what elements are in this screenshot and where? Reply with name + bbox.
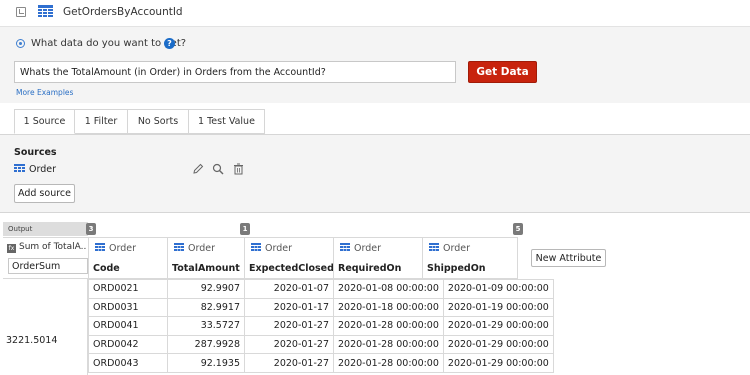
column-field-name: Code bbox=[93, 263, 120, 274]
table-row: ORD0042 287.9928 2020-01-27 2020-01-28 0… bbox=[88, 334, 554, 355]
output-area: Output 3 1 5 fxSum of TotalA... Order Co… bbox=[0, 212, 750, 375]
function-icon: fx bbox=[7, 244, 16, 253]
cell-code: ORD0042 bbox=[88, 334, 168, 355]
table-row: ORD0031 82.9917 2020-01-17 2020-01-18 00… bbox=[88, 297, 554, 318]
trash-icon[interactable] bbox=[233, 163, 244, 175]
results-table: ORD0021 92.9907 2020-01-07 2020-01-08 00… bbox=[88, 279, 554, 373]
column-entity-name: Order bbox=[109, 243, 136, 254]
cell-requiredon: 2020-01-28 00:00:00 bbox=[333, 316, 444, 336]
get-data-button[interactable]: Get Data bbox=[468, 61, 537, 83]
cell-shippedon: 2020-01-19 00:00:00 bbox=[442, 297, 554, 318]
question-label: What data do you want to get? bbox=[31, 38, 187, 49]
attribute-count-badge: 5 bbox=[513, 223, 523, 235]
cell-code: ORD0031 bbox=[88, 297, 168, 318]
cell-code: ORD0021 bbox=[88, 279, 168, 299]
column-entity: Order bbox=[251, 243, 292, 254]
query-input[interactable] bbox=[14, 61, 456, 83]
cell-code: ORD0041 bbox=[88, 316, 168, 336]
add-source-button[interactable]: Add source bbox=[14, 184, 75, 203]
column-entity-name: Order bbox=[188, 243, 215, 254]
cell-totalamount: 33.5727 bbox=[167, 316, 245, 336]
entity-grid-icon bbox=[174, 243, 184, 251]
column-entity: Order bbox=[340, 243, 381, 254]
search-icon[interactable] bbox=[212, 163, 224, 175]
cell-totalamount: 287.9928 bbox=[167, 334, 245, 355]
cell-requiredon: 2020-01-18 00:00:00 bbox=[333, 297, 444, 318]
question-radio-icon bbox=[16, 39, 25, 48]
cell-totalamount: 92.1935 bbox=[167, 353, 245, 373]
sources-heading: Sources bbox=[14, 147, 57, 158]
aggregate-column-header[interactable]: fx Sum of TotalA... bbox=[3, 237, 88, 279]
table-row: ORD0021 92.9907 2020-01-07 2020-01-08 00… bbox=[88, 279, 554, 299]
cell-expectedclosedon: 2020-01-27 bbox=[244, 334, 334, 355]
column-entity: Order bbox=[429, 243, 470, 254]
cell-requiredon: 2020-01-08 00:00:00 bbox=[333, 279, 444, 299]
page-title: GetOrdersByAccountId bbox=[63, 6, 183, 18]
cell-expectedclosedon: 2020-01-27 bbox=[244, 353, 334, 373]
column-field-name: TotalAmount bbox=[172, 263, 240, 274]
cell-requiredon: 2020-01-28 00:00:00 bbox=[333, 334, 444, 355]
cell-expectedclosedon: 2020-01-17 bbox=[244, 297, 334, 318]
more-examples-link[interactable]: More Examples bbox=[16, 88, 73, 97]
table-row: ORD0041 33.5727 2020-01-27 2020-01-28 00… bbox=[88, 316, 554, 336]
cell-totalamount: 82.9917 bbox=[167, 297, 245, 318]
cell-shippedon: 2020-01-29 00:00:00 bbox=[442, 353, 554, 373]
pencil-icon[interactable] bbox=[192, 163, 204, 175]
entity-grid-icon bbox=[429, 243, 439, 251]
tab-test-values[interactable]: 1 Test Value bbox=[189, 109, 265, 134]
column-field-name: ShippedOn bbox=[427, 263, 486, 274]
entity-grid-icon bbox=[38, 5, 53, 17]
tab-sorts[interactable]: No Sorts bbox=[128, 109, 189, 134]
aggregate-value: 3221.5014 bbox=[6, 335, 58, 346]
sources-panel: Sources Order Add source bbox=[0, 134, 750, 212]
cell-expectedclosedon: 2020-01-07 bbox=[244, 279, 334, 299]
cell-shippedon: 2020-01-29 00:00:00 bbox=[442, 316, 554, 336]
entity-grid-icon bbox=[95, 243, 105, 251]
column-entity-name: Order bbox=[443, 243, 470, 254]
top-bar: GetOrdersByAccountId bbox=[0, 0, 750, 27]
entity-grid-icon bbox=[340, 243, 350, 251]
query-panel: What data do you want to get? ? Get Data… bbox=[0, 27, 750, 103]
column-entity: Order bbox=[174, 243, 215, 254]
help-icon[interactable]: ? bbox=[164, 38, 175, 49]
column-header-requiredon[interactable]: Order RequiredOn bbox=[333, 237, 422, 279]
tab-sources[interactable]: 1 Source bbox=[14, 109, 75, 134]
source-item-order[interactable]: Order bbox=[29, 164, 56, 175]
table-row: ORD0043 92.1935 2020-01-27 2020-01-28 00… bbox=[88, 353, 554, 373]
column-entity: Order bbox=[95, 243, 136, 254]
output-tag: Output bbox=[3, 222, 88, 236]
cell-expectedclosedon: 2020-01-27 bbox=[244, 316, 334, 336]
cell-shippedon: 2020-01-09 00:00:00 bbox=[442, 279, 554, 299]
attribute-count-badge: 3 bbox=[86, 223, 96, 235]
column-header-expectedclosedon[interactable]: Order ExpectedClosedOn bbox=[244, 237, 349, 279]
attribute-count-badge: 1 bbox=[240, 223, 250, 235]
column-entity-name: Order bbox=[265, 243, 292, 254]
column-field-name: RequiredOn bbox=[338, 263, 402, 274]
aggregate-label: fx Sum of TotalA... bbox=[7, 242, 87, 253]
cell-requiredon: 2020-01-28 00:00:00 bbox=[333, 353, 444, 373]
column-header-totalamount[interactable]: Order TotalAmount bbox=[167, 237, 244, 279]
cell-code: ORD0043 bbox=[88, 353, 168, 373]
aggregate-label-text: Sum of TotalA... bbox=[19, 242, 87, 252]
open-in-editor-icon[interactable] bbox=[16, 7, 26, 17]
column-entity-name: Order bbox=[354, 243, 381, 254]
tab-strip: 1 Source 1 Filter No Sorts 1 Test Value bbox=[14, 109, 265, 134]
cell-shippedon: 2020-01-29 00:00:00 bbox=[442, 334, 554, 355]
new-attribute-button[interactable]: New Attribute bbox=[531, 249, 606, 267]
aggregate-name-input[interactable] bbox=[8, 258, 88, 274]
aggregate-value-cell: 3221.5014 bbox=[3, 279, 88, 375]
column-header-code[interactable]: Order Code bbox=[88, 237, 167, 279]
tab-filters[interactable]: 1 Filter bbox=[75, 109, 128, 134]
entity-grid-icon bbox=[251, 243, 261, 251]
cell-totalamount: 92.9907 bbox=[167, 279, 245, 299]
column-header-shippedon[interactable]: Order ShippedOn bbox=[422, 237, 518, 279]
entity-grid-icon bbox=[14, 164, 25, 172]
